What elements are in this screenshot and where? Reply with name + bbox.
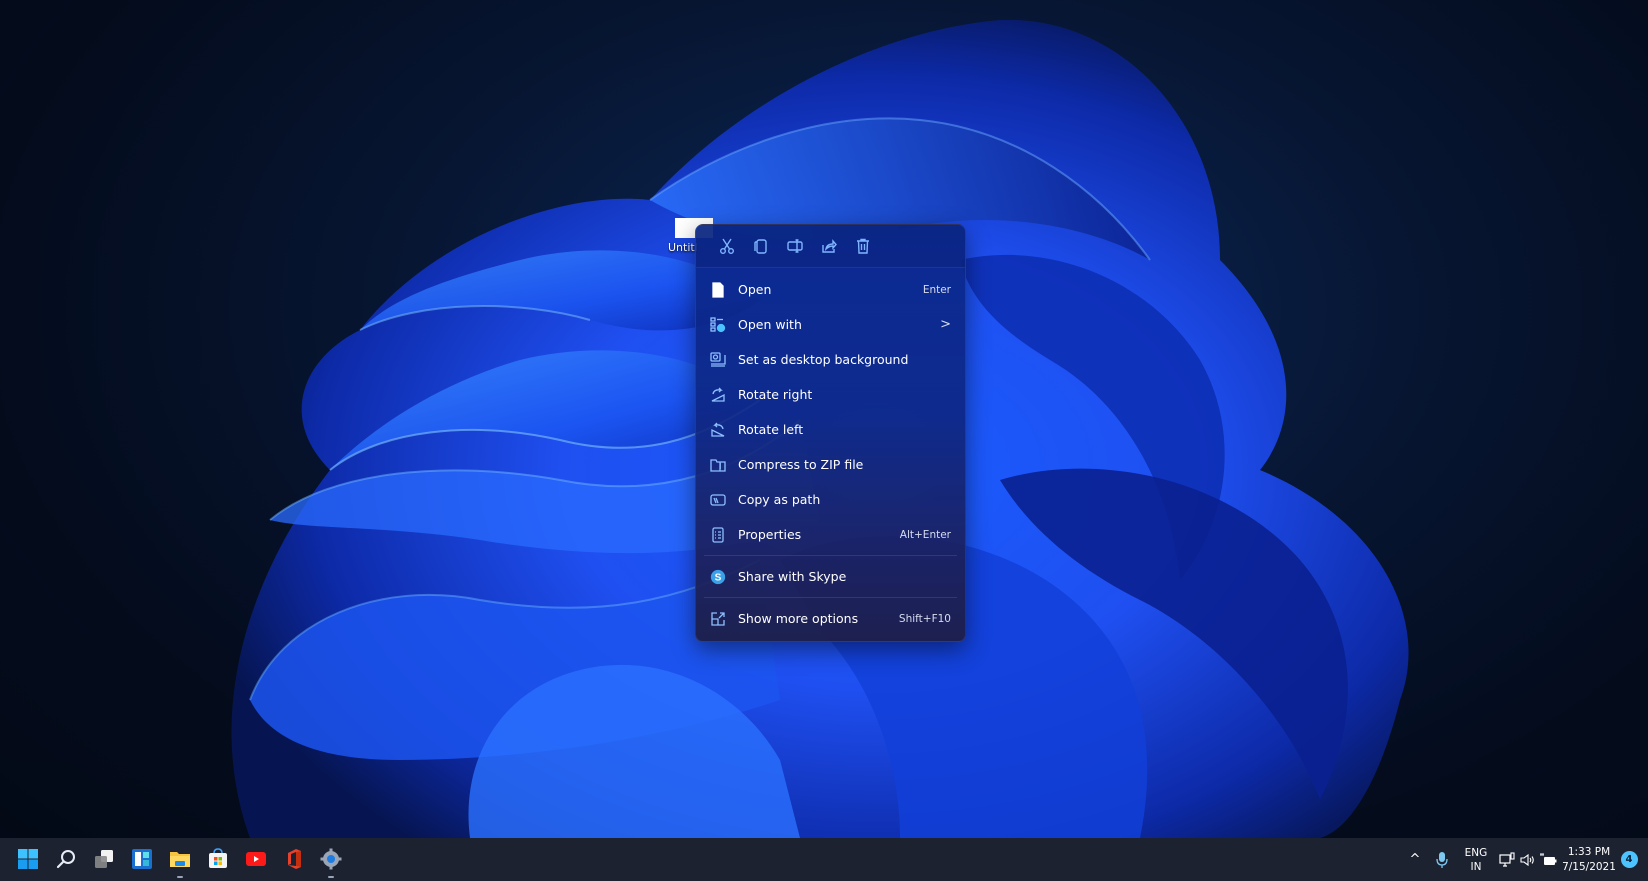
menu-item-label: Open with [738, 317, 802, 332]
store-icon [209, 848, 227, 868]
volume-button[interactable] [1518, 838, 1536, 881]
task-view-button[interactable] [91, 846, 117, 872]
youtube-button[interactable] [243, 846, 269, 872]
rotate-left-icon [711, 422, 725, 437]
taskbar: ^ ENG IN 1:33 PM 7/15/2021 4 [0, 838, 1648, 881]
menu-item-copy-as-path[interactable]: Copy as path [696, 482, 965, 517]
notification-badge: 4 [1620, 851, 1638, 868]
trash-icon [857, 238, 869, 254]
file-explorer-icon [170, 852, 190, 867]
file-icon [712, 281, 724, 298]
menu-item-show-more-options[interactable]: Show more options Shift+F10 [696, 601, 965, 636]
share-button[interactable] [812, 231, 846, 261]
input-language-button[interactable]: ENG IN [1461, 838, 1491, 881]
menu-item-label: Properties [738, 527, 802, 542]
menu-item-label: Share with Skype [738, 569, 847, 584]
running-indicator [177, 876, 183, 878]
widgets-icon [132, 849, 152, 869]
menu-item-compress-zip[interactable]: Compress to ZIP file [696, 447, 965, 482]
office-button[interactable] [281, 846, 307, 872]
menu-item-label: Copy as path [738, 492, 821, 507]
desktop-background-icon [710, 351, 726, 367]
menu-separator [704, 597, 957, 598]
share-icon [822, 239, 837, 253]
menu-separator [704, 555, 957, 556]
svg-text:S: S [715, 572, 722, 583]
menu-item-label: Rotate right [738, 387, 813, 402]
chevron-up-icon: ^ [1409, 852, 1421, 867]
chevron-right-icon: > [940, 317, 951, 332]
network-icon [1499, 851, 1515, 867]
copy-button[interactable] [744, 231, 778, 261]
menu-item-label: Set as desktop background [738, 352, 909, 367]
menu-item-rotate-left[interactable]: Rotate left [696, 412, 965, 447]
youtube-icon [246, 852, 266, 866]
microphone-button[interactable] [1432, 838, 1452, 881]
search-button[interactable] [53, 846, 79, 872]
windows-start-icon [18, 849, 38, 869]
language-code: ENG [1464, 846, 1488, 859]
menu-item-properties[interactable]: Properties Alt+Enter [696, 517, 965, 552]
copy-icon [754, 239, 767, 254]
menu-item-open-with[interactable]: Open with > [696, 307, 965, 342]
office-icon [288, 849, 301, 869]
rotate-right-icon [711, 387, 725, 402]
network-button[interactable] [1498, 838, 1516, 881]
scissors-icon [720, 238, 734, 254]
start-button[interactable] [15, 846, 41, 872]
clock-date: 7/15/2021 [1562, 860, 1616, 873]
menu-items: Open Enter Open with > Set as desktop ba… [696, 268, 965, 636]
battery-button[interactable] [1538, 838, 1558, 881]
file-explorer-button[interactable] [167, 846, 193, 872]
widgets-button[interactable] [129, 846, 155, 872]
notification-center-button[interactable]: 4 [1618, 838, 1640, 881]
region-code: IN [1470, 860, 1482, 873]
menu-item-label: Show more options [738, 611, 859, 626]
menu-item-shortcut: Alt+Enter [899, 528, 951, 541]
running-indicator [328, 876, 334, 878]
search-icon [56, 850, 75, 869]
menu-item-label: Compress to ZIP file [738, 457, 864, 472]
menu-item-shortcut: Enter [922, 283, 951, 296]
settings-button[interactable] [318, 846, 344, 872]
more-options-icon [711, 611, 725, 626]
clock-button[interactable]: 1:33 PM 7/15/2021 [1562, 838, 1616, 881]
rename-icon [787, 239, 803, 253]
menu-item-label: Open [738, 282, 772, 297]
cut-button[interactable] [710, 231, 744, 261]
menu-item-label: Rotate left [738, 422, 804, 437]
menu-item-open[interactable]: Open Enter [696, 272, 965, 307]
copy-path-icon [710, 493, 726, 506]
properties-icon [712, 526, 724, 543]
zip-folder-icon [710, 458, 726, 472]
menu-item-set-desktop-background[interactable]: Set as desktop background [696, 342, 965, 377]
store-button[interactable] [205, 846, 231, 872]
microphone-icon [1436, 851, 1448, 868]
skype-icon: S [710, 569, 726, 584]
open-with-icon [710, 316, 726, 332]
settings-icon [320, 848, 342, 870]
rename-button[interactable] [778, 231, 812, 261]
clock-time: 1:33 PM [1567, 845, 1611, 858]
volume-icon [1520, 853, 1534, 866]
battery-charging-icon [1540, 852, 1557, 865]
show-hidden-icons-button[interactable]: ^ [1406, 838, 1424, 881]
delete-button[interactable] [846, 231, 880, 261]
task-view-icon [95, 850, 113, 868]
menu-item-rotate-right[interactable]: Rotate right [696, 377, 965, 412]
menu-item-shortcut: Shift+F10 [898, 612, 951, 625]
menu-item-share-with-skype[interactable]: S Share with Skype [696, 559, 965, 594]
quick-action-bar [696, 225, 965, 268]
context-menu: Open Enter Open with > Set as desktop ba… [695, 224, 966, 642]
